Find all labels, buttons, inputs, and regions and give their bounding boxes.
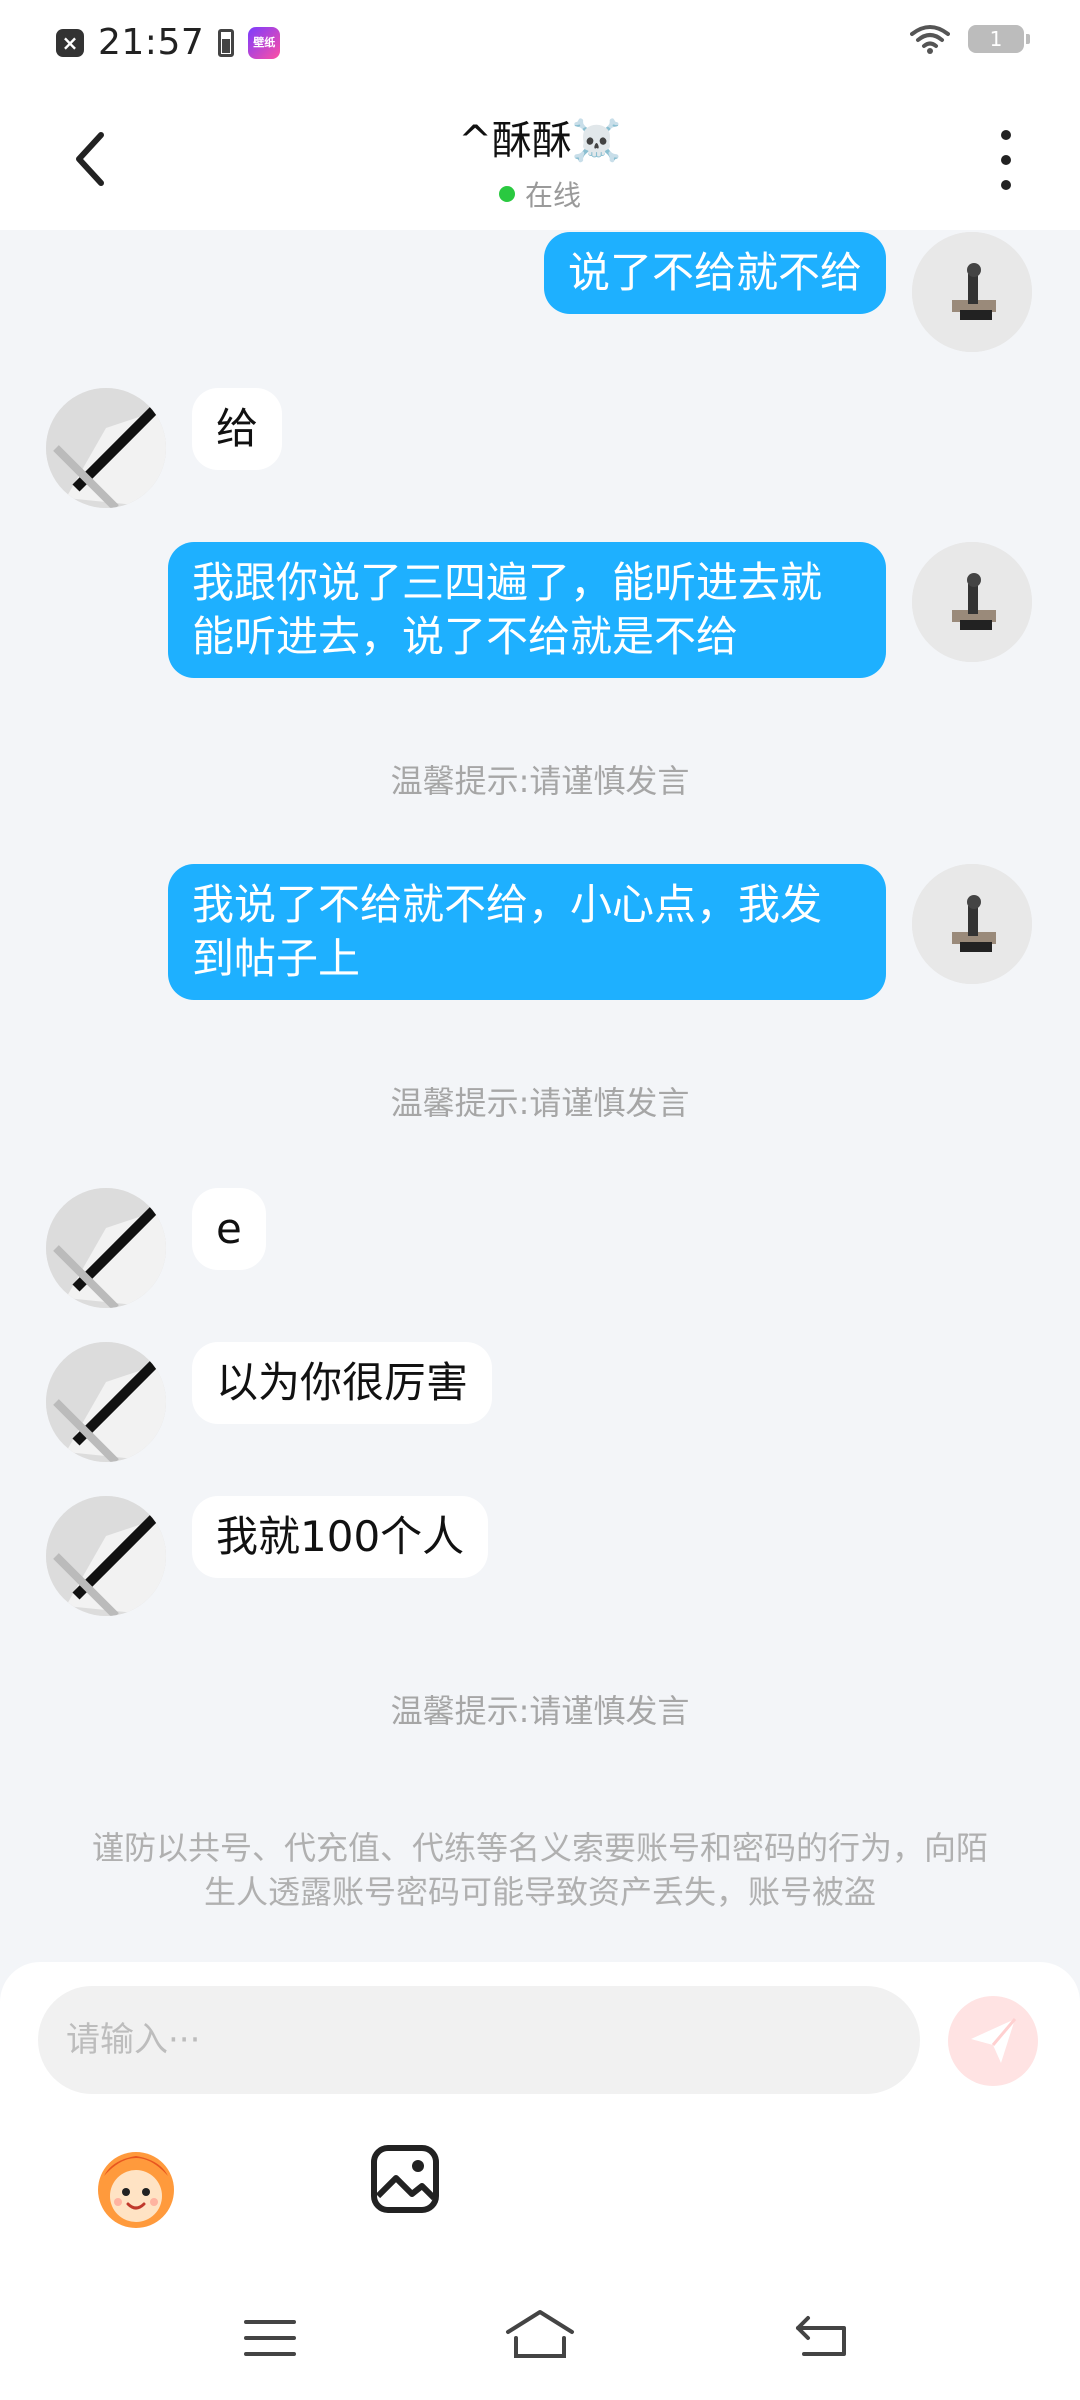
emoji-icon[interactable] — [90, 2140, 182, 2232]
message-input[interactable]: 请输入··· — [38, 1986, 920, 2094]
online-dot-icon — [498, 186, 515, 202]
send-icon[interactable] — [948, 1996, 1038, 2086]
security-warning: 谨防以共号、代充值、代练等名义索要账号和密码的行为，向陌生人透露账号密码可能导致… — [91, 1829, 988, 1911]
message-list[interactable]: 说了不给就不给 给 我跟你说了三四遍了，能听进去就能听进去，说了不给就是不给 温… — [0, 230, 1080, 1960]
status-bar: × 21:57 壁纸 1 — [0, 0, 1080, 86]
more-vertical-icon[interactable] — [986, 130, 1026, 190]
my-avatar[interactable] — [912, 232, 1032, 352]
app-notification-icon: 壁纸 — [248, 26, 281, 59]
online-status: 在线 — [498, 174, 581, 214]
online-status-label: 在线 — [524, 179, 581, 212]
system-tip: 温馨提示:请谨慎发言 — [390, 1084, 690, 1122]
image-icon[interactable] — [370, 2144, 440, 2214]
contact-avatar[interactable] — [46, 388, 166, 508]
battery-saver-icon — [218, 28, 235, 57]
message-bubble-received[interactable]: 我就100个人 — [192, 1496, 489, 1578]
message-bubble-received[interactable]: 以为你很厉害 — [192, 1342, 493, 1424]
message-bubble-sent[interactable]: 我跟你说了三四遍了，能听进去就能听进去，说了不给就是不给 — [168, 542, 886, 678]
battery-icon: 1 — [968, 25, 1030, 53]
notification-close-icon: × — [56, 28, 84, 57]
system-tip: 温馨提示:请谨慎发言 — [390, 762, 690, 800]
chat-title: ^酥酥☠️ — [458, 118, 622, 164]
my-avatar[interactable] — [912, 542, 1032, 662]
contact-avatar[interactable] — [46, 1342, 166, 1462]
home-icon[interactable] — [504, 2308, 576, 2360]
system-tip: 温馨提示:请谨慎发言 — [390, 1692, 690, 1730]
status-time: 21:57 — [98, 22, 205, 63]
menu-icon[interactable] — [244, 2318, 296, 2358]
contact-avatar[interactable] — [46, 1188, 166, 1308]
back-gesture-icon[interactable] — [794, 2312, 850, 2358]
chat-header: ^酥酥☠️ 在线 — [0, 86, 1080, 230]
message-bubble-received[interactable]: 给 — [192, 388, 283, 470]
wifi-icon — [910, 25, 950, 54]
message-bubble-sent[interactable]: 我说了不给就不给，小心点，我发到帖子上 — [168, 864, 886, 1000]
contact-avatar[interactable] — [46, 1496, 166, 1616]
message-bubble-received[interactable]: e — [192, 1188, 266, 1270]
my-avatar[interactable] — [912, 864, 1032, 984]
message-bubble-sent[interactable]: 说了不给就不给 — [543, 232, 886, 314]
